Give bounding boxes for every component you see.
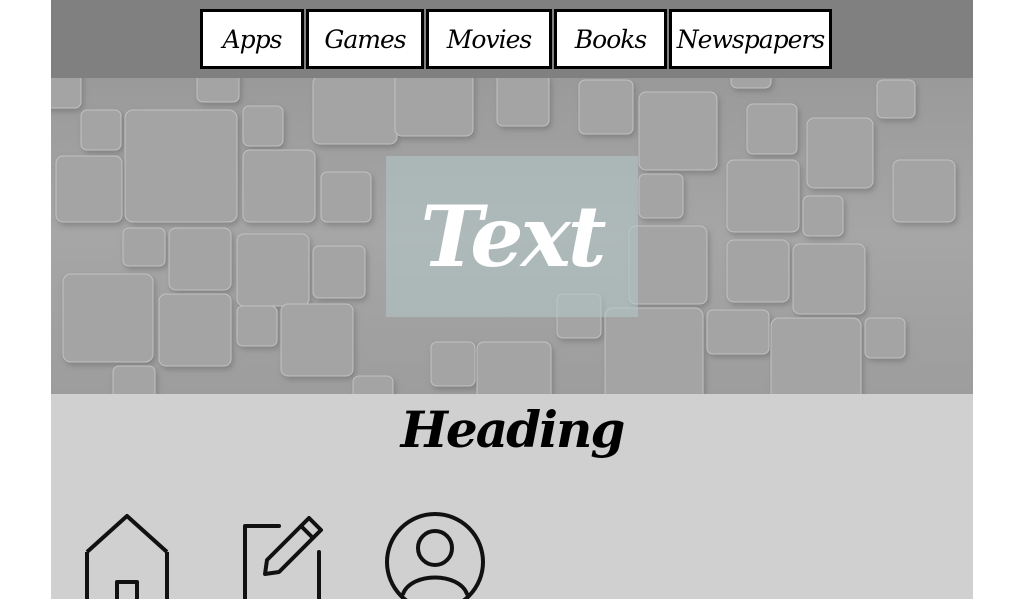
nav-item-movies[interactable]: Movies xyxy=(426,9,552,69)
page: Apps Games Movies Books Newspapers Text … xyxy=(51,0,973,599)
nav-item-newspapers[interactable]: Newspapers xyxy=(669,9,832,69)
main-nav: Apps Games Movies Books Newspapers xyxy=(200,9,832,69)
nav-item-label: Apps xyxy=(222,24,283,54)
nav-item-apps[interactable]: Apps xyxy=(200,9,304,69)
nav-item-books[interactable]: Books xyxy=(554,9,667,69)
hero-text: Text xyxy=(420,187,606,286)
user-icon xyxy=(385,512,485,599)
icon-row xyxy=(51,512,973,599)
nav-item-label: Newspapers xyxy=(676,24,825,54)
nav-item-label: Games xyxy=(324,24,406,54)
edit-button[interactable] xyxy=(239,512,349,599)
home-button[interactable] xyxy=(81,512,191,599)
nav-item-games[interactable]: Games xyxy=(306,9,424,69)
nav-item-label: Movies xyxy=(446,24,532,54)
section-heading: Heading xyxy=(400,400,626,459)
edit-icon xyxy=(243,516,323,599)
home-icon xyxy=(85,514,169,599)
profile-button[interactable] xyxy=(385,512,495,599)
top-bar: Apps Games Movies Books Newspapers xyxy=(51,0,973,78)
nav-item-label: Books xyxy=(574,24,647,54)
hero-banner: Text xyxy=(51,78,973,394)
